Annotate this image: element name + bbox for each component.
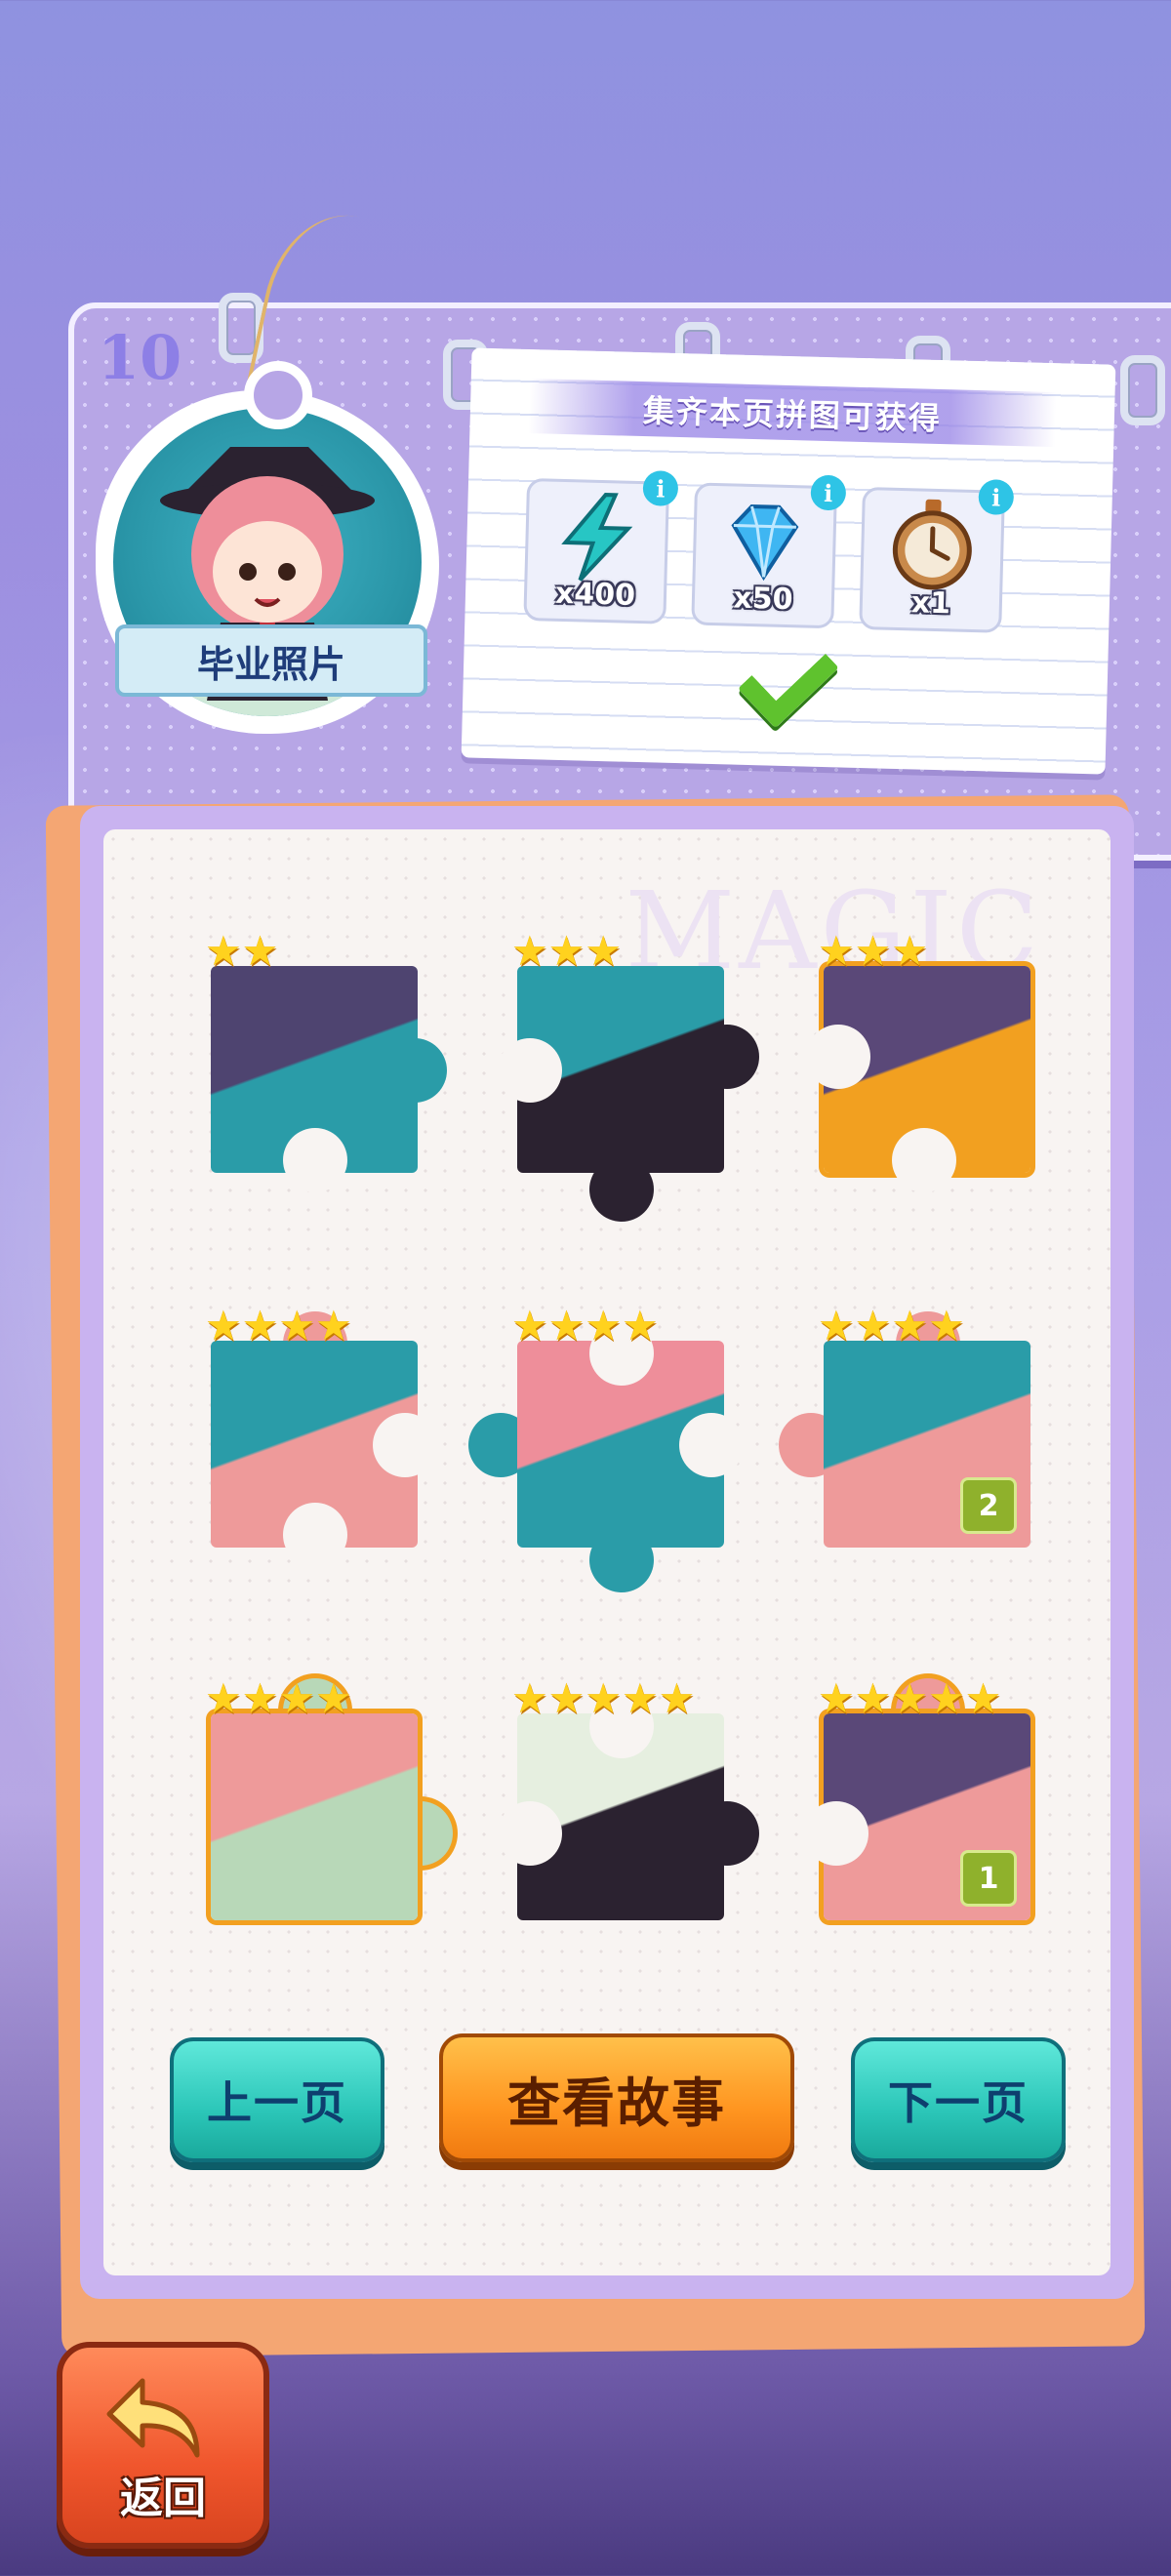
- badge-hanging-hole: [244, 361, 312, 429]
- star-icon: ★: [241, 1674, 279, 1722]
- piece-star-rating: ★ ★ ★ ★: [511, 1306, 659, 1347]
- star-icon: ★: [547, 1302, 586, 1349]
- star-icon: ★: [511, 1674, 548, 1722]
- puzzle-piece[interactable]: ★ ★: [205, 931, 447, 1192]
- back-button[interactable]: 返回: [57, 2342, 269, 2549]
- puzzle-hole: [498, 1801, 562, 1866]
- star-icon: ★: [585, 1302, 622, 1349]
- star-icon: ★: [241, 927, 279, 975]
- reward-item-stopwatch[interactable]: i x1: [859, 479, 1015, 633]
- star-icon: ★: [854, 927, 892, 975]
- star-icon: ★: [205, 1302, 242, 1349]
- info-icon[interactable]: i: [810, 474, 847, 511]
- reward-title: 集齐本页拼图可获得: [528, 378, 1057, 448]
- reward-item-energy[interactable]: i x400: [523, 470, 679, 624]
- reward-panel: 集齐本页拼图可获得 i x400 i x50 i x1: [461, 347, 1116, 775]
- star-icon: ★: [818, 1674, 855, 1722]
- star-icon: ★: [621, 1302, 659, 1349]
- star-icon: ★: [547, 927, 586, 975]
- reward-count: x1: [910, 585, 951, 622]
- info-icon[interactable]: i: [978, 479, 1015, 516]
- piece-star-rating: ★ ★ ★ ★: [205, 1678, 352, 1719]
- info-icon[interactable]: i: [642, 470, 679, 507]
- puzzle-hole: [806, 1025, 870, 1089]
- album-title-ribbon: 毕业照片: [115, 624, 427, 697]
- puzzle-piece[interactable]: ★ ★ ★ ★ 2: [779, 1306, 1030, 1548]
- puzzle-piece[interactable]: ★ ★ ★ ★: [205, 1678, 453, 1920]
- return-arrow-icon: [106, 2378, 200, 2458]
- piece-star-rating: ★ ★ ★ ★ ★: [818, 1678, 1001, 1719]
- star-icon: ★: [278, 1302, 315, 1349]
- puzzle-hole: [373, 1413, 437, 1477]
- piece-star-rating: ★ ★ ★ ★: [818, 1306, 965, 1347]
- view-story-button[interactable]: 查看故事: [439, 2033, 794, 2162]
- star-icon: ★: [314, 1674, 352, 1722]
- reward-count: x400: [554, 576, 636, 613]
- reward-item-diamond[interactable]: i x50: [691, 474, 847, 629]
- puzzle-piece[interactable]: ★ ★ ★: [498, 931, 759, 1222]
- star-icon: ★: [511, 927, 548, 975]
- star-icon: ★: [547, 1674, 586, 1722]
- puzzle-hole: [804, 1801, 868, 1866]
- piece-count-badge: 1: [960, 1850, 1017, 1907]
- reward-count: x50: [732, 581, 793, 618]
- star-icon: ★: [511, 1302, 548, 1349]
- piece-star-rating: ★ ★ ★: [511, 931, 622, 972]
- puzzle-piece[interactable]: ★ ★ ★ ★: [205, 1306, 437, 1567]
- puzzle-piece[interactable]: ★ ★ ★ ★: [468, 1306, 744, 1592]
- star-icon: ★: [927, 1302, 965, 1349]
- piece-star-rating: ★ ★ ★: [818, 931, 928, 972]
- page-number: 10: [98, 322, 182, 393]
- puzzle-piece[interactable]: ★ ★ ★ ★ ★: [498, 1678, 759, 1920]
- star-icon: ★: [585, 927, 622, 975]
- star-icon: ★: [314, 1302, 352, 1349]
- prev-page-button[interactable]: 上一页: [170, 2037, 384, 2162]
- piece-star-rating: ★ ★ ★ ★ ★: [511, 1678, 695, 1719]
- back-label: 返回: [120, 2474, 206, 2523]
- puzzle-piece[interactable]: ★ ★ ★ ★ ★ 1: [804, 1678, 1030, 1920]
- star-icon: ★: [205, 1674, 242, 1722]
- star-icon: ★: [891, 1674, 928, 1722]
- puzzle-piece-image: [211, 1713, 418, 1920]
- claimed-check-icon: [737, 627, 839, 729]
- star-icon: ★: [854, 1674, 892, 1722]
- star-icon: ★: [205, 927, 242, 975]
- puzzle-hole: [283, 1503, 347, 1567]
- puzzle-hole: [892, 1128, 956, 1192]
- album-badge: 毕业照片: [96, 361, 439, 734]
- star-icon: ★: [658, 1674, 696, 1722]
- piece-star-rating: ★ ★ ★ ★: [205, 1306, 352, 1347]
- piece-count-badge: 2: [960, 1477, 1017, 1534]
- star-icon: ★: [891, 927, 928, 975]
- star-icon: ★: [585, 1674, 622, 1722]
- star-icon: ★: [278, 1674, 315, 1722]
- puzzle-hole: [283, 1128, 347, 1192]
- star-icon: ★: [818, 1302, 855, 1349]
- star-icon: ★: [927, 1674, 965, 1722]
- star-icon: ★: [854, 1302, 892, 1349]
- star-icon: ★: [891, 1302, 928, 1349]
- star-icon: ★: [241, 1302, 279, 1349]
- puzzle-hole: [498, 1038, 562, 1103]
- star-icon: ★: [964, 1674, 1002, 1722]
- puzzle-hole: [679, 1413, 744, 1477]
- star-icon: ★: [621, 1674, 659, 1722]
- piece-star-rating: ★ ★: [205, 931, 278, 972]
- notebook-ring: [1120, 355, 1165, 425]
- next-page-button[interactable]: 下一页: [851, 2037, 1066, 2162]
- puzzle-piece[interactable]: ★ ★ ★: [806, 931, 1030, 1192]
- star-icon: ★: [818, 927, 855, 975]
